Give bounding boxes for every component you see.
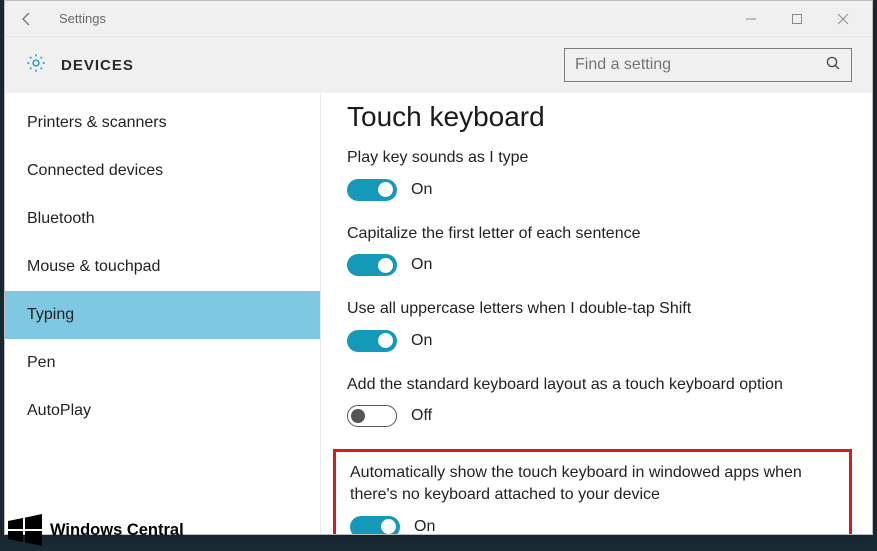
search-icon (825, 55, 841, 75)
toggle-row: Off (347, 405, 846, 427)
highlight-box: Automatically show the touch keyboard in… (333, 449, 852, 534)
search-box[interactable] (564, 48, 852, 82)
header: DEVICES (5, 37, 872, 93)
setting-label: Automatically show the touch keyboard in… (350, 462, 835, 505)
windows-logo-icon (8, 513, 42, 547)
search-input[interactable] (575, 56, 825, 74)
setting-item: Capitalize the first letter of each sent… (347, 223, 846, 277)
sidebar-item-bluetooth[interactable]: Bluetooth (5, 195, 320, 243)
titlebar: Settings (5, 1, 872, 37)
sidebar-item-mouse-touchpad[interactable]: Mouse & touchpad (5, 243, 320, 291)
setting-label: Add the standard keyboard layout as a to… (347, 374, 846, 396)
back-button[interactable] (11, 3, 43, 35)
toggle-row: On (350, 516, 835, 534)
sidebar-item-label: Printers & scanners (27, 114, 167, 132)
toggle-row: On (347, 254, 846, 276)
close-button[interactable] (820, 3, 866, 35)
section-title: DEVICES (61, 57, 134, 74)
content: Touch keyboard Play key sounds as I type… (321, 93, 872, 534)
sidebar-item-autoplay[interactable]: AutoPlay (5, 387, 320, 435)
sidebar-item-label: Connected devices (27, 162, 163, 180)
setting-item: Use all uppercase letters when I double-… (347, 298, 846, 352)
sidebar-item-printers-scanners[interactable]: Printers & scanners (5, 99, 320, 147)
toggle-switch[interactable] (347, 179, 397, 201)
toggle-state-text: On (411, 332, 432, 350)
body: Printers & scanners Connected devices Blue… (5, 93, 872, 534)
setting-label: Capitalize the first letter of each sent… (347, 223, 846, 245)
sidebar-item-label: Mouse & touchpad (27, 258, 160, 276)
toggle-state-text: On (411, 181, 432, 199)
gear-icon (25, 52, 47, 79)
watermark-text: Windows Central (50, 521, 184, 540)
toggle-switch[interactable] (347, 254, 397, 276)
minimize-button[interactable] (728, 3, 774, 35)
settings-list: Play key sounds as I type On Capitalize th… (347, 147, 846, 534)
window-title: Settings (59, 11, 106, 26)
sidebar-item-connected-devices[interactable]: Connected devices (5, 147, 320, 195)
maximize-button[interactable] (774, 3, 820, 35)
toggle-state-text: On (414, 518, 435, 534)
watermark: Windows Central (4, 509, 192, 551)
setting-item: Play key sounds as I type On (347, 147, 846, 201)
toggle-state-text: On (411, 256, 432, 274)
sidebar-item-label: Bluetooth (27, 210, 95, 228)
toggle-row: On (347, 330, 846, 352)
sidebar-item-label: Typing (27, 306, 74, 324)
toggle-switch[interactable] (347, 405, 397, 427)
toggle-switch[interactable] (350, 516, 400, 534)
sidebar-item-label: Pen (27, 354, 55, 372)
sidebar-item-pen[interactable]: Pen (5, 339, 320, 387)
setting-item: Add the standard keyboard layout as a to… (347, 374, 846, 428)
page-title: Touch keyboard (347, 101, 846, 133)
sidebar-item-label: AutoPlay (27, 402, 91, 420)
setting-item: Automatically show the touch keyboard in… (350, 462, 835, 534)
sidebar: Printers & scanners Connected devices Blue… (5, 93, 321, 534)
setting-label: Use all uppercase letters when I double-… (347, 298, 846, 320)
toggle-state-text: Off (411, 407, 432, 425)
settings-window: Settings DEVICES (4, 0, 873, 535)
setting-label: Play key sounds as I type (347, 147, 846, 169)
toggle-switch[interactable] (347, 330, 397, 352)
sidebar-item-typing[interactable]: Typing (5, 291, 320, 339)
toggle-row: On (347, 179, 846, 201)
